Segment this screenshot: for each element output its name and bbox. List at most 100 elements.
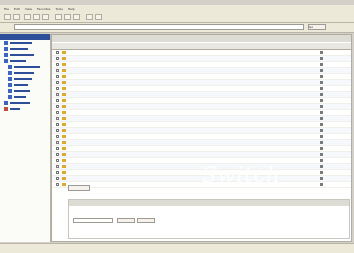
mail-icon[interactable] [86, 14, 93, 20]
folder-icon [62, 159, 66, 162]
folder-icon [62, 153, 66, 156]
sub-panel-button[interactable] [117, 218, 135, 223]
main-panel: Switch [51, 34, 352, 242]
favorites-icon[interactable] [64, 14, 71, 20]
toolbar [0, 12, 354, 23]
nav-item-label [14, 72, 34, 74]
folder-icon [8, 83, 12, 87]
row-checkbox[interactable] [56, 123, 59, 126]
menu-file[interactable]: File [4, 7, 9, 11]
history-icon[interactable] [73, 14, 80, 20]
sub-panel-button[interactable] [137, 218, 155, 223]
row-checkbox[interactable] [56, 81, 59, 84]
folder-icon [62, 81, 66, 84]
folder-icon [62, 69, 66, 72]
refresh-icon[interactable] [33, 14, 40, 20]
nav-item-label [14, 96, 26, 98]
row-checkbox[interactable] [56, 153, 59, 156]
nav-item-label [14, 90, 30, 92]
folder-icon [62, 105, 66, 108]
folder-icon [8, 77, 12, 81]
nav-item-label [10, 48, 28, 50]
row-marker-icon [320, 117, 323, 120]
row-checkbox[interactable] [56, 87, 59, 90]
folder-icon [4, 59, 8, 63]
nav-item-label [14, 84, 28, 86]
nav-item-label [10, 108, 20, 110]
row-checkbox[interactable] [56, 171, 59, 174]
sub-panel-input[interactable] [73, 218, 113, 223]
menu-edit[interactable]: Edit [14, 7, 20, 11]
nav-item-label [10, 102, 30, 104]
folder-icon [62, 93, 66, 96]
folder-icon [8, 89, 12, 93]
folder-icon [62, 75, 66, 78]
menu-bar: File Edit View Favorites Tools Help [0, 5, 354, 12]
row-marker-icon [320, 171, 323, 174]
stop-icon[interactable] [24, 14, 31, 20]
row-marker-icon [320, 99, 323, 102]
go-button[interactable]: Go [308, 24, 326, 30]
row-checkbox[interactable] [56, 129, 59, 132]
address-bar: Go [0, 23, 354, 33]
row-checkbox[interactable] [56, 105, 59, 108]
row-checkbox[interactable] [56, 57, 59, 60]
folder-icon [4, 53, 8, 57]
address-input[interactable] [14, 24, 304, 30]
row-marker-icon [320, 75, 323, 78]
row-checkbox[interactable] [56, 165, 59, 168]
row-checkbox[interactable] [56, 75, 59, 78]
menu-view[interactable]: View [25, 7, 32, 11]
row-checkbox[interactable] [56, 183, 59, 186]
row-checkbox[interactable] [56, 177, 59, 180]
back-icon[interactable] [4, 14, 11, 20]
row-marker-icon [320, 147, 323, 150]
row-marker-icon [320, 81, 323, 84]
row-marker-icon [320, 135, 323, 138]
menu-help[interactable]: Help [68, 7, 75, 11]
nav-item[interactable] [0, 106, 50, 112]
folder-icon [8, 95, 12, 99]
table-header [52, 43, 351, 50]
row-marker-icon [320, 129, 323, 132]
folder-icon [62, 177, 66, 180]
row-checkbox[interactable] [56, 69, 59, 72]
sub-panel [68, 199, 350, 239]
nav-item-label [10, 60, 26, 62]
menu-favorites[interactable]: Favorites [37, 7, 51, 11]
folder-icon [62, 57, 66, 60]
row-checkbox[interactable] [56, 63, 59, 66]
row-checkbox[interactable] [56, 93, 59, 96]
row-marker-icon [320, 141, 323, 144]
row-checkbox[interactable] [56, 147, 59, 150]
action-button[interactable] [68, 185, 90, 191]
folder-icon [62, 183, 66, 186]
folder-icon [8, 71, 12, 75]
print-icon[interactable] [95, 14, 102, 20]
row-marker-icon [320, 177, 323, 180]
nav-item-label [14, 78, 32, 80]
folder-icon [8, 65, 12, 69]
row-checkbox[interactable] [56, 111, 59, 114]
folder-icon [62, 123, 66, 126]
menu-tools[interactable]: Tools [55, 7, 62, 11]
forward-icon[interactable] [13, 14, 20, 20]
folder-icon [4, 41, 8, 45]
folder-icon [62, 171, 66, 174]
sub-panel-title [69, 200, 349, 206]
folder-icon [62, 99, 66, 102]
row-marker-icon [320, 57, 323, 60]
search-icon[interactable] [55, 14, 62, 20]
row-checkbox[interactable] [56, 159, 59, 162]
row-checkbox[interactable] [56, 51, 59, 54]
row-checkbox[interactable] [56, 141, 59, 144]
home-icon[interactable] [42, 14, 49, 20]
row-checkbox[interactable] [56, 99, 59, 102]
folder-icon [62, 165, 66, 168]
row-checkbox[interactable] [56, 135, 59, 138]
folder-icon [62, 117, 66, 120]
row-marker-icon [320, 105, 323, 108]
row-marker-icon [320, 159, 323, 162]
row-marker-icon [320, 87, 323, 90]
row-checkbox[interactable] [56, 117, 59, 120]
